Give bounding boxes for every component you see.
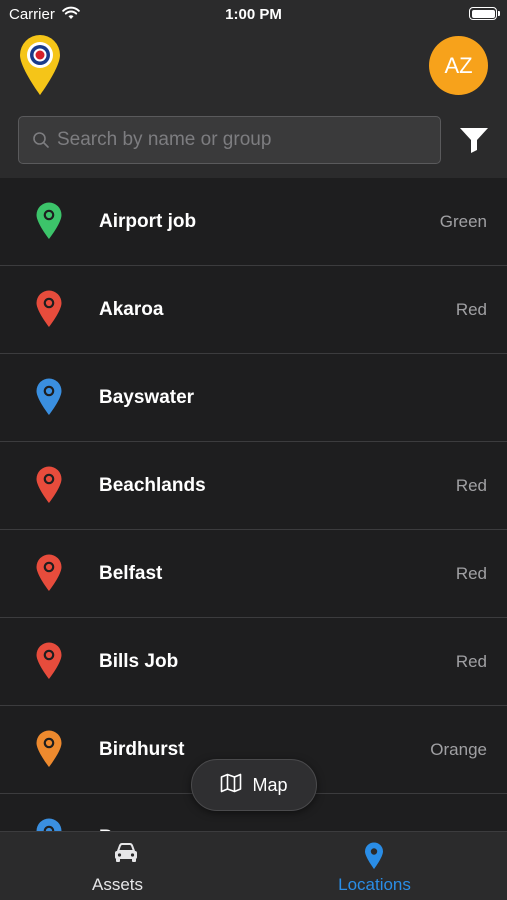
app-logo-pin-icon bbox=[18, 34, 62, 101]
location-row[interactable]: Beachlands Red bbox=[0, 442, 507, 530]
location-row[interactable]: Bills Job Red bbox=[0, 618, 507, 706]
search-field[interactable] bbox=[18, 116, 441, 164]
search-bar bbox=[0, 104, 507, 178]
map-button[interactable]: Map bbox=[191, 759, 317, 811]
map-icon bbox=[220, 773, 242, 798]
location-name: Bills Job bbox=[99, 651, 179, 672]
location-pin-icon bbox=[35, 642, 63, 685]
avatar-initials: AZ bbox=[444, 52, 473, 78]
location-row[interactable]: Airport job Green bbox=[0, 178, 507, 266]
location-group: Red bbox=[455, 564, 487, 583]
location-pin-icon bbox=[35, 202, 63, 245]
app-header: AZ bbox=[0, 30, 507, 104]
location-group: Red bbox=[455, 300, 487, 319]
location-name: Airport job bbox=[99, 211, 197, 232]
location-pin-icon bbox=[364, 842, 384, 875]
location-group: Red bbox=[455, 652, 487, 671]
car-icon bbox=[113, 842, 139, 869]
user-avatar[interactable]: AZ bbox=[429, 36, 488, 95]
location-row[interactable]: Bayswater bbox=[0, 354, 507, 442]
tab-assets[interactable]: Assets bbox=[0, 832, 253, 900]
status-bar: Carrier 1:00 PM bbox=[0, 0, 507, 30]
location-name: Akaroa bbox=[99, 299, 164, 320]
location-name: Belfast bbox=[99, 563, 163, 584]
location-name: Bayswater bbox=[99, 387, 195, 408]
location-list: Airport job Green Akaroa Red Bayswater Beachl… bbox=[0, 178, 507, 831]
location-pin-icon bbox=[35, 730, 63, 773]
location-pin-icon bbox=[35, 378, 63, 421]
map-button-label: Map bbox=[252, 774, 288, 795]
tab-assets-label: Assets bbox=[91, 875, 144, 894]
tab-locations[interactable]: Locations bbox=[253, 832, 506, 900]
filter-icon[interactable] bbox=[459, 126, 489, 159]
location-name: Beachlands bbox=[99, 475, 206, 496]
search-input[interactable] bbox=[57, 117, 427, 163]
location-pin-icon bbox=[35, 290, 63, 333]
tab-locations-label: Locations bbox=[338, 875, 411, 894]
location-name: Birdhurst bbox=[99, 739, 185, 760]
location-group: Green bbox=[439, 212, 487, 231]
location-pin-icon bbox=[35, 554, 63, 597]
location-group: Orange bbox=[430, 740, 487, 759]
location-row[interactable]: Akaroa Red bbox=[0, 266, 507, 354]
tab-bar: Assets Locations bbox=[0, 831, 507, 900]
location-group: Red bbox=[455, 476, 487, 495]
search-icon bbox=[32, 131, 50, 154]
battery-icon bbox=[469, 7, 500, 20]
location-row[interactable]: Belfast Red bbox=[0, 530, 507, 618]
clock: 1:00 PM bbox=[225, 6, 282, 23]
location-pin-icon bbox=[35, 818, 63, 831]
location-pin-icon bbox=[35, 466, 63, 509]
